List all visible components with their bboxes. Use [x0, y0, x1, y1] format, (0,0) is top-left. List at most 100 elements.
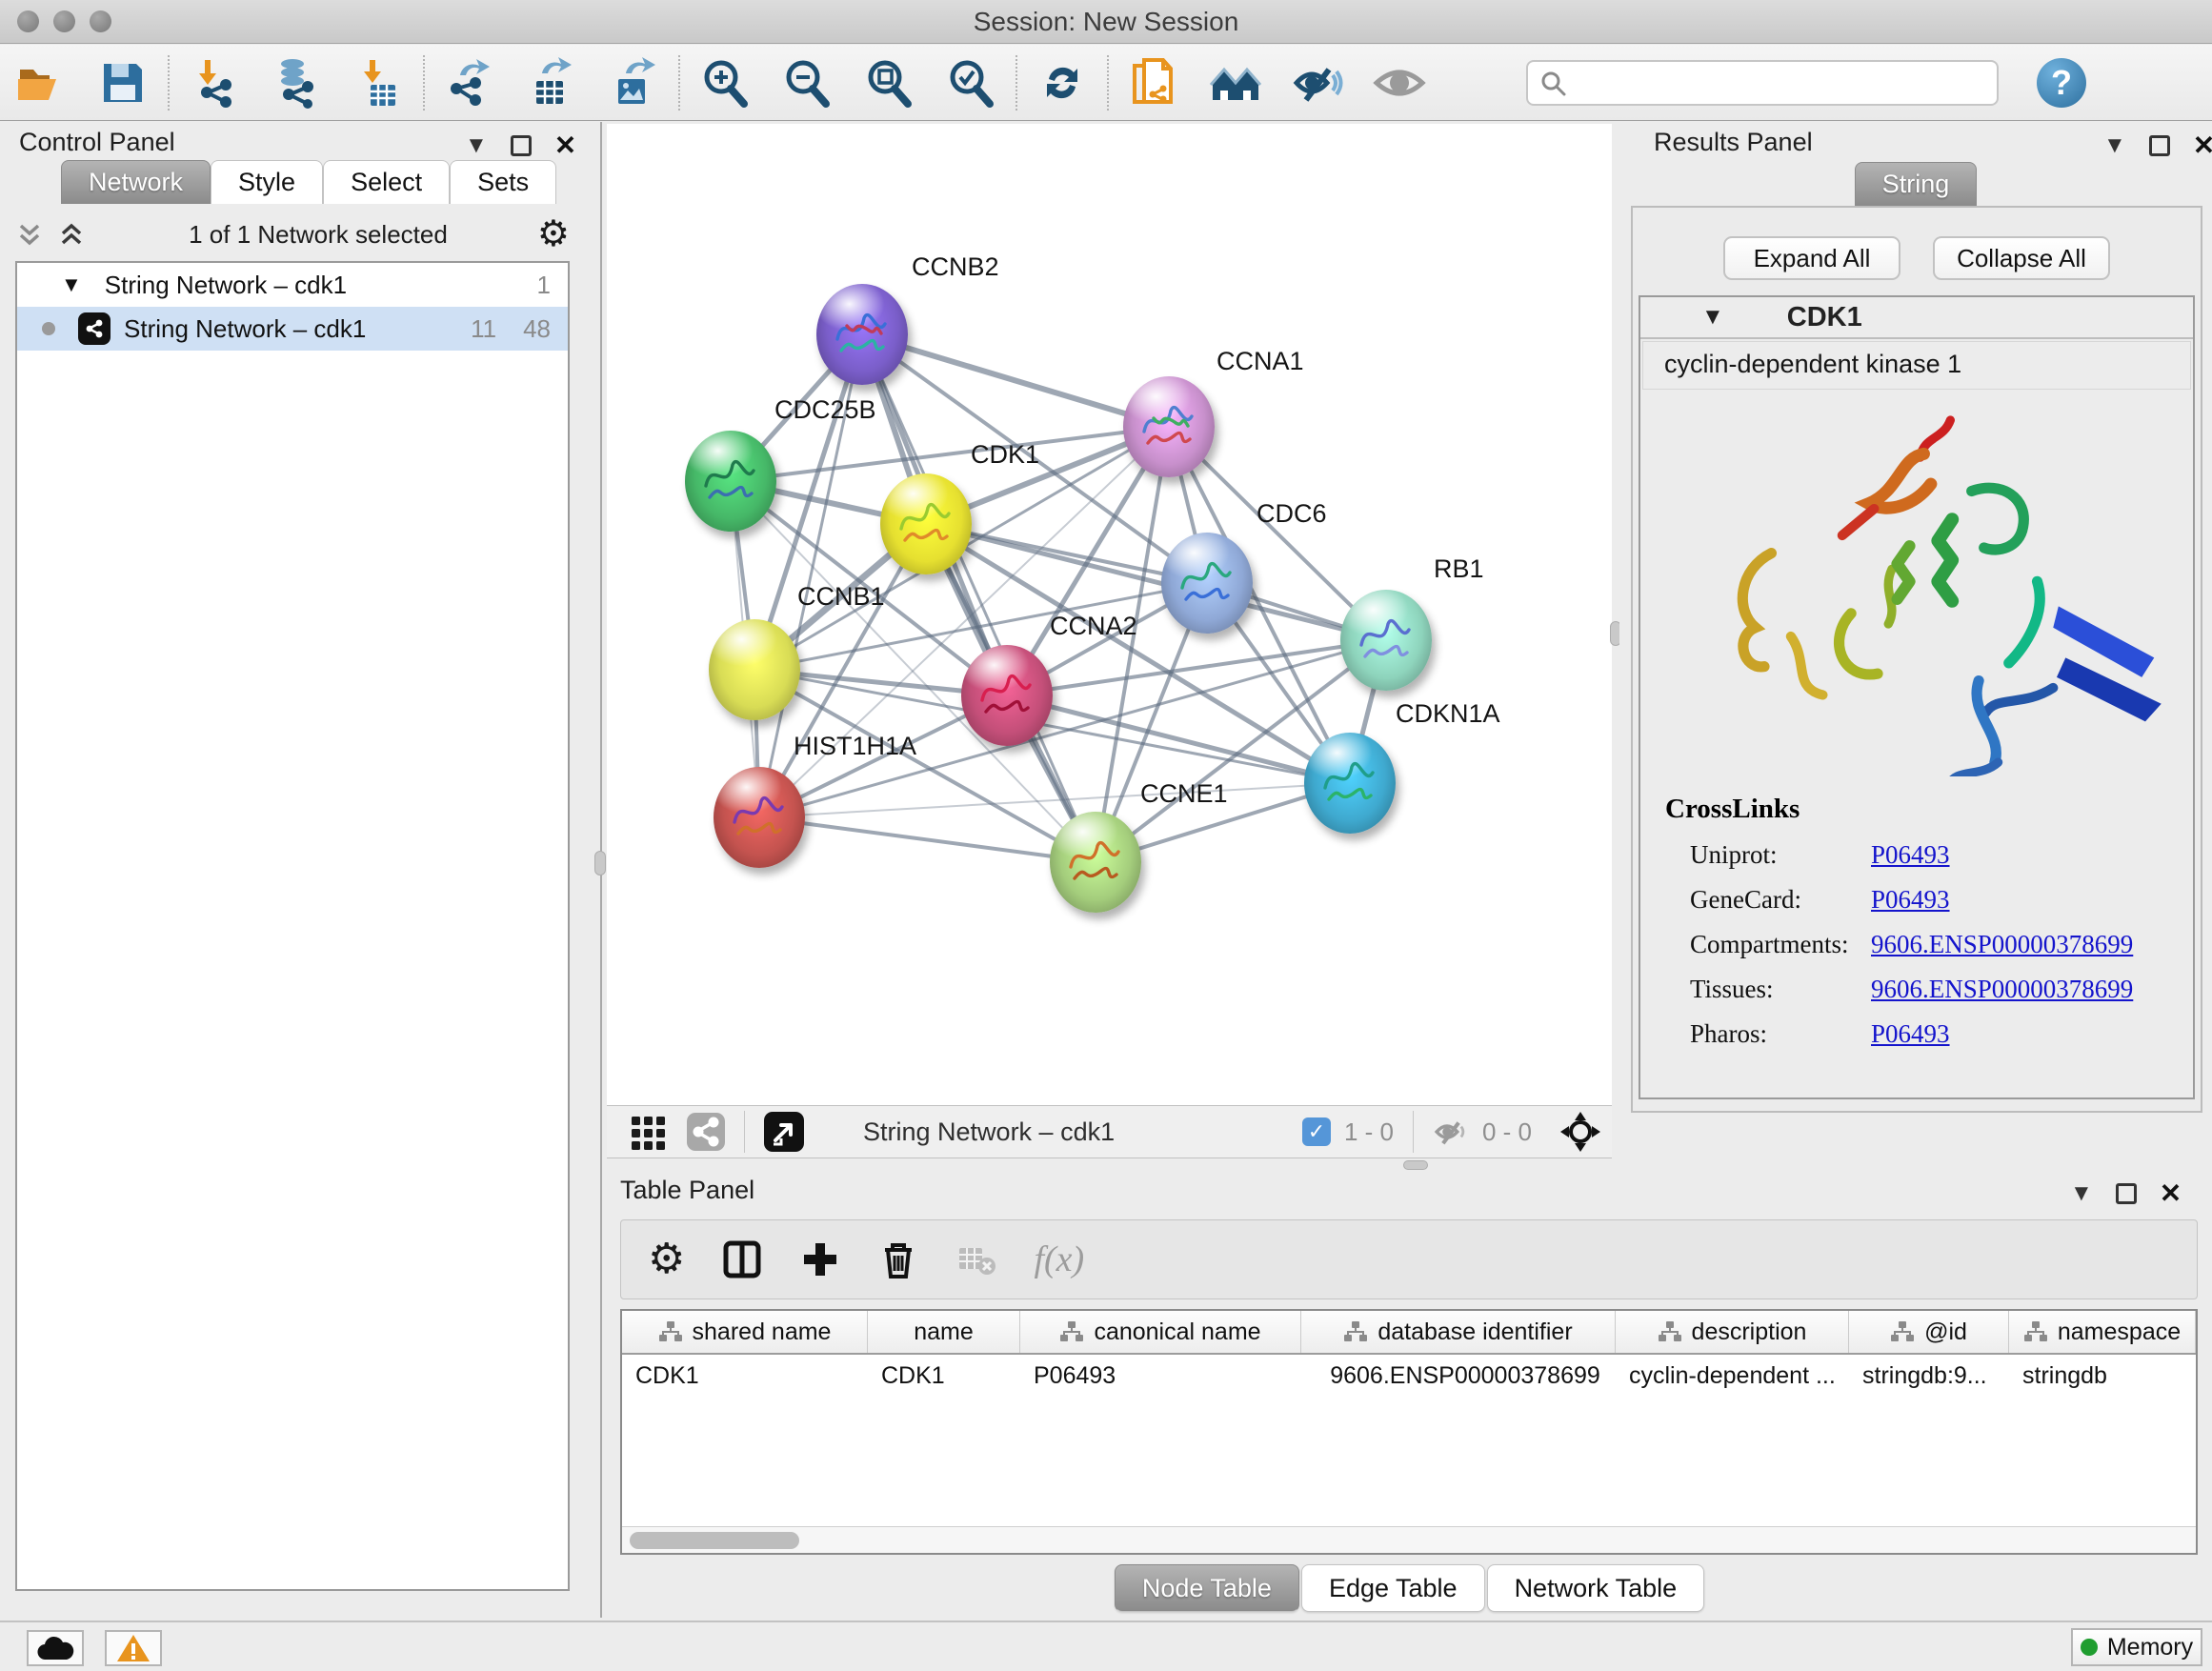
import-network-file-button[interactable]	[173, 51, 255, 114]
crosslink-link[interactable]: 9606.ENSP00000378699	[1871, 930, 2133, 959]
edge-CCNB2-CCNE1[interactable]	[862, 334, 1096, 862]
node-CDC25B[interactable]	[685, 431, 776, 532]
node-CCNA1[interactable]	[1123, 376, 1215, 477]
column-label: database identifier	[1377, 1319, 1572, 1346]
search-field[interactable]	[1526, 60, 1999, 106]
table-header-row: shared namename canonical name database id…	[622, 1311, 2196, 1355]
grid-view-icon[interactable]	[628, 1111, 670, 1153]
close-panel-icon[interactable]: ✕	[2193, 130, 2212, 161]
hide-selected-button[interactable]	[1277, 51, 1358, 114]
node-details-header[interactable]: ▼ CDK1	[1640, 297, 2193, 339]
panel-menu-icon[interactable]: ▼	[2070, 1180, 2093, 1207]
edge-HIST1H1A-CCNE1[interactable]	[759, 817, 1096, 862]
network-collection-row[interactable]: ▼ String Network – cdk1 1	[17, 263, 568, 307]
collapse-all-button[interactable]: Collapse All	[1933, 236, 2110, 280]
memory-button[interactable]: Memory	[2071, 1628, 2202, 1666]
float-panel-icon[interactable]	[511, 135, 532, 156]
node-CDK1[interactable]	[880, 473, 972, 574]
close-panel-icon[interactable]: ✕	[554, 130, 576, 161]
node-RB1[interactable]	[1340, 590, 1432, 691]
crosslink-link[interactable]: P06493	[1871, 1019, 1950, 1049]
crosslink-link[interactable]: P06493	[1871, 840, 1950, 870]
tab-edge-table[interactable]: Edge Table	[1301, 1564, 1485, 1612]
node-CDKN1A[interactable]	[1304, 733, 1396, 834]
tab-sets[interactable]: Sets	[450, 160, 556, 204]
control-panel-tabs: NetworkStyleSelectSets	[61, 160, 556, 204]
export-image-button[interactable]	[593, 51, 674, 114]
zoom-out-button[interactable]	[766, 51, 848, 114]
network-row[interactable]: String Network – cdk1 11 48	[17, 307, 568, 351]
column-header-shared-name[interactable]: shared name	[622, 1311, 868, 1353]
zoom-selected-button[interactable]	[930, 51, 1012, 114]
collapse-all-icon[interactable]	[15, 220, 44, 249]
bottom-splitter-handle[interactable]	[1403, 1160, 1428, 1170]
share-view-icon[interactable]	[685, 1111, 727, 1153]
panel-menu-icon[interactable]: ▼	[2103, 132, 2126, 159]
column-header-description[interactable]: description	[1616, 1311, 1849, 1353]
node-CDC6[interactable]	[1161, 533, 1253, 634]
search-input[interactable]	[1566, 64, 1997, 102]
zoom-fit-button[interactable]	[848, 51, 930, 114]
crosslink-link[interactable]: 9606.ENSP00000378699	[1871, 975, 2133, 1004]
show-all-button[interactable]	[1358, 51, 1440, 114]
protein-structure-thumbnail	[698, 448, 763, 513]
table-row[interactable]: CDK1CDK1P064939606.ENSP00000378699cyclin…	[622, 1355, 2196, 1397]
column-header-database-identifier[interactable]: database identifier	[1301, 1311, 1616, 1353]
add-column-icon[interactable]	[799, 1238, 841, 1280]
table-horizontal-scrollbar[interactable]	[622, 1526, 2196, 1553]
delete-column-icon[interactable]	[877, 1238, 919, 1280]
crosslink-link[interactable]: P06493	[1871, 885, 1950, 915]
expand-all-button[interactable]: Expand All	[1723, 236, 1900, 280]
float-panel-icon[interactable]	[2149, 135, 2170, 156]
tab-network[interactable]: Network	[61, 160, 211, 204]
open-session-button[interactable]	[0, 51, 82, 114]
export-network-button[interactable]	[429, 51, 511, 114]
node-CCNA2[interactable]	[961, 645, 1053, 746]
import-network-database-button[interactable]	[255, 51, 337, 114]
show-columns-icon[interactable]	[721, 1238, 763, 1280]
close-panel-icon[interactable]: ✕	[2160, 1178, 2182, 1209]
node-CCNB1[interactable]	[709, 619, 800, 720]
help-button[interactable]: ?	[2037, 58, 2086, 108]
zoom-in-icon	[698, 56, 752, 110]
birdseye-view-icon[interactable]	[762, 1110, 806, 1154]
table-options-gear-icon[interactable]: ⚙	[648, 1238, 685, 1280]
column-header-canonical-name[interactable]: canonical name	[1020, 1311, 1301, 1353]
cloud-status-button[interactable]	[27, 1630, 84, 1666]
edge-CCNB2-CCNA1[interactable]	[862, 334, 1169, 427]
left-splitter-handle[interactable]	[594, 851, 606, 876]
export-table-button[interactable]	[511, 51, 593, 114]
tab-select[interactable]: Select	[323, 160, 450, 204]
tab-network-table[interactable]: Network Table	[1487, 1564, 1705, 1612]
column-header--id[interactable]: @id	[1849, 1311, 2009, 1353]
first-neighbors-button[interactable]	[1195, 51, 1277, 114]
node-label-RB1: RB1	[1434, 554, 1484, 584]
selected-checkbox-icon[interactable]: ✓	[1302, 1117, 1331, 1146]
network-canvas[interactable]: CCNB2CCNA1CDC25BCDK1CDC6RB1CCNB1CCNA2CDK…	[607, 124, 1612, 1105]
column-header-namespace[interactable]: namespace	[2009, 1311, 2196, 1353]
tab-string[interactable]: String	[1855, 162, 1978, 206]
save-session-button[interactable]	[82, 51, 164, 114]
column-header-name[interactable]: name	[868, 1311, 1020, 1353]
panel-menu-icon[interactable]: ▼	[465, 132, 488, 159]
import-table-file-button[interactable]	[337, 51, 419, 114]
crosshair-icon[interactable]	[1558, 1110, 1602, 1154]
network-options-gear-icon[interactable]: ⚙	[537, 216, 570, 252]
clone-network-button[interactable]	[1113, 51, 1195, 114]
apply-layout-button[interactable]	[1021, 51, 1103, 114]
node-CCNE1[interactable]	[1050, 812, 1141, 913]
node-HIST1H1A[interactable]	[714, 767, 805, 868]
node-CCNB2[interactable]	[816, 284, 908, 385]
tab-style[interactable]: Style	[211, 160, 323, 204]
scrollbar-thumb[interactable]	[630, 1532, 799, 1549]
warnings-button[interactable]	[105, 1630, 162, 1666]
zoom-out-icon	[780, 56, 834, 110]
column-label: canonical name	[1094, 1319, 1260, 1346]
zoom-in-button[interactable]	[684, 51, 766, 114]
collapse-entry-icon[interactable]: ▼	[1701, 304, 1724, 331]
expand-all-icon[interactable]	[57, 220, 86, 249]
tab-node-table[interactable]: Node Table	[1115, 1564, 1299, 1612]
collection-expand-icon[interactable]: ▼	[61, 272, 82, 297]
float-panel-icon[interactable]	[2116, 1183, 2137, 1204]
protein-structure-thumbnail	[894, 491, 958, 555]
